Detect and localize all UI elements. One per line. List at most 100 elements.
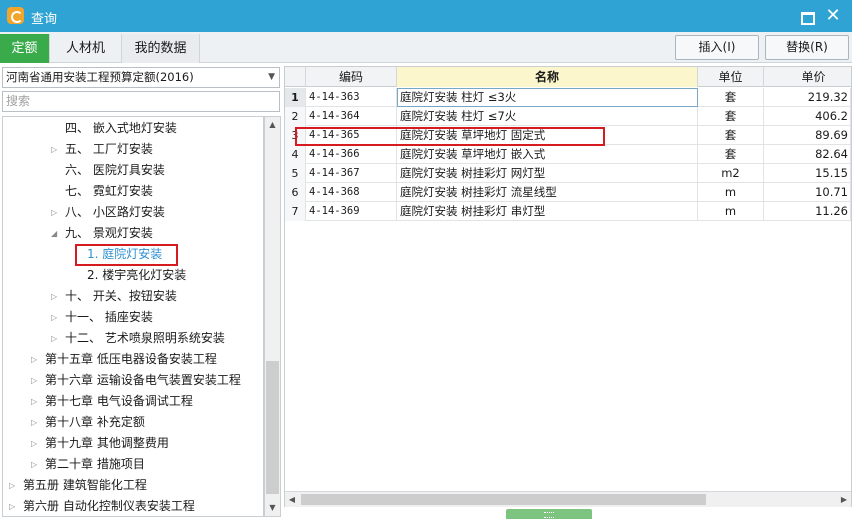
tree-highlight-box	[75, 244, 178, 266]
search-input[interactable]: 搜索	[2, 91, 280, 112]
unit-cell[interactable]: 套	[698, 145, 764, 164]
expand-icon[interactable]: ▷	[51, 286, 57, 307]
code-cell[interactable]: 4-14-366	[306, 145, 397, 164]
tree-item-label: 九、 景观灯安装	[65, 226, 153, 240]
name-cell[interactable]: 庭院灯安装 树挂彩灯 网灯型	[397, 164, 698, 183]
tree-item[interactable]: ▷ 五、 工厂灯安装	[3, 139, 263, 160]
tree-item[interactable]: ▷ 十二、 艺术喷泉照明系统安装	[3, 328, 263, 349]
table-row[interactable]: 7 4-14-369 庭院灯安装 树挂彩灯 串灯型 m 11.26	[285, 202, 851, 221]
name-cell[interactable]: 庭院灯安装 柱灯 ≤7火	[397, 107, 698, 126]
table-row[interactable]: 4 4-14-366 庭院灯安装 草坪地灯 嵌入式套 82.64	[285, 145, 851, 164]
expand-icon[interactable]: ▷	[31, 349, 37, 370]
code-cell[interactable]: 4-14-368	[306, 183, 397, 202]
tree-item[interactable]: ▷ 第二十章 措施项目	[3, 454, 263, 475]
name-cell[interactable]: 庭院灯安装 树挂彩灯 串灯型	[397, 202, 698, 221]
code-cell[interactable]: 4-14-367	[306, 164, 397, 183]
unit-cell[interactable]: 套	[698, 88, 764, 107]
tree-item[interactable]: 七、 霓虹灯安装	[3, 181, 263, 202]
price-cell[interactable]: 219.32	[764, 88, 851, 107]
table-row[interactable]: 5 4-14-367 庭院灯安装 树挂彩灯 网灯型 m2 15.15	[285, 164, 851, 183]
unit-cell[interactable]: m2	[698, 164, 764, 183]
scrollbar-thumb[interactable]	[301, 494, 706, 505]
tree-item-label: 2. 楼宇亮化灯安装	[87, 268, 187, 282]
quota-library-value: 河南省通用安装工程预算定额(2016)	[6, 70, 194, 84]
tree-item[interactable]: 四、 嵌入式地灯安装	[3, 118, 263, 139]
tree-item[interactable]: ▷ 第十八章 补充定额	[3, 412, 263, 433]
column-header-code[interactable]: 编码	[306, 67, 397, 87]
chapter-tree: 四、 嵌入式地灯安装 ▷ 五、 工厂灯安装 六、 医院灯具安装 七、 霓虹灯安装 ▷ 八、 …	[2, 116, 264, 517]
name-cell[interactable]: 庭院灯安装 树挂彩灯 流星线型	[397, 183, 698, 202]
price-cell[interactable]: 406.2	[764, 107, 851, 126]
code-cell[interactable]: 4-14-369	[306, 202, 397, 221]
tree-item[interactable]: ▷ 第十九章 其他调整费用	[3, 433, 263, 454]
insert-button[interactable]: 插入(I)	[675, 35, 759, 60]
expand-icon[interactable]: ▷	[31, 454, 37, 475]
expand-icon[interactable]: ▷	[9, 475, 15, 496]
code-cell[interactable]: 4-14-363	[306, 88, 397, 107]
panel-resize-grip[interactable]	[506, 509, 592, 519]
expand-icon[interactable]: ▷	[31, 391, 37, 412]
replace-button[interactable]: 替换(R)	[765, 35, 849, 60]
expand-icon[interactable]: ▷	[51, 307, 57, 328]
expand-icon[interactable]: ▷	[31, 433, 37, 454]
table-row[interactable]: 1 4-14-363 庭院灯安装 柱灯 ≤3火套 219.32	[285, 88, 851, 107]
expand-icon[interactable]: ▷	[51, 139, 57, 160]
price-cell[interactable]: 15.15	[764, 164, 851, 183]
tree-item[interactable]: ▷ 十一、 插座安装	[3, 307, 263, 328]
close-icon[interactable]: ✕	[823, 6, 843, 26]
tree-item[interactable]: ◢ 九、 景观灯安装	[3, 223, 263, 244]
scroll-down-icon[interactable]: ▼	[265, 500, 280, 516]
chevron-down-icon[interactable]: ▼	[268, 68, 275, 87]
name-cell[interactable]: 庭院灯安装 柱灯 ≤3火	[397, 88, 698, 107]
scrollbar-thumb[interactable]	[266, 361, 279, 494]
price-cell[interactable]: 89.69	[764, 126, 851, 145]
column-header-price[interactable]: 单价	[764, 67, 851, 87]
column-header-name[interactable]: 名称	[397, 67, 698, 87]
tree-item[interactable]: ▷ 第十五章 低压电器设备安装工程	[3, 349, 263, 370]
tree-item[interactable]: ▷ 第十六章 运输设备电气装置安装工程	[3, 370, 263, 391]
expand-icon[interactable]: ▷	[51, 202, 57, 223]
row-number-cell[interactable]: 2	[285, 107, 306, 126]
tree-item[interactable]: ▷ 第六册 自动化控制仪表安装工程	[3, 496, 263, 516]
row-number-cell[interactable]: 1	[285, 88, 306, 107]
price-cell[interactable]: 82.64	[764, 145, 851, 164]
tree-item[interactable]: ▷ 八、 小区路灯安装	[3, 202, 263, 223]
scroll-left-icon[interactable]: ◀	[285, 492, 299, 508]
tab-quota[interactable]: 定额	[0, 34, 50, 63]
tab-labor-material-machine[interactable]: 人材机	[50, 34, 122, 63]
row-highlight-box	[295, 127, 605, 146]
scroll-up-icon[interactable]: ▲	[265, 117, 280, 133]
price-cell[interactable]: 10.71	[764, 183, 851, 202]
code-cell[interactable]: 4-14-364	[306, 107, 397, 126]
row-number-cell[interactable]: 5	[285, 164, 306, 183]
quota-library-select[interactable]: 河南省通用安装工程预算定额(2016) ▼	[2, 67, 280, 88]
expand-icon[interactable]: ▷	[51, 328, 57, 349]
row-number-cell[interactable]: 4	[285, 145, 306, 164]
expand-icon[interactable]: ▷	[31, 412, 37, 433]
name-cell[interactable]: 庭院灯安装 草坪地灯 嵌入式	[397, 145, 698, 164]
expand-icon[interactable]: ▷	[31, 370, 37, 391]
unit-cell[interactable]: 套	[698, 107, 764, 126]
unit-cell[interactable]: m	[698, 202, 764, 221]
row-number-cell[interactable]: 6	[285, 183, 306, 202]
tab-my-data[interactable]: 我的数据	[122, 34, 200, 63]
tree-item[interactable]: ▷ 第十七章 电气设备调试工程	[3, 391, 263, 412]
table-row[interactable]: 2 4-14-364 庭院灯安装 柱灯 ≤7火套 406.2	[285, 107, 851, 126]
tree-vertical-scrollbar[interactable]: ▲ ▼	[264, 116, 281, 517]
unit-cell[interactable]: m	[698, 183, 764, 202]
table-row[interactable]: 6 4-14-368 庭院灯安装 树挂彩灯 流星线型 m 10.71	[285, 183, 851, 202]
tree-item[interactable]: ▷ 十、 开关、按钮安装	[3, 286, 263, 307]
restore-icon[interactable]	[796, 6, 816, 26]
collapse-icon[interactable]: ◢	[51, 223, 57, 244]
unit-cell[interactable]: 套	[698, 126, 764, 145]
row-number-cell[interactable]: 7	[285, 202, 306, 221]
expand-icon[interactable]: ▷	[9, 496, 15, 516]
tree-item-label: 十二、 艺术喷泉照明系统安装	[65, 331, 225, 345]
table-horizontal-scrollbar[interactable]: ◀ ▶	[285, 491, 851, 507]
tree-item[interactable]: 2. 楼宇亮化灯安装	[3, 265, 263, 286]
tree-item[interactable]: ▷ 第五册 建筑智能化工程	[3, 475, 263, 496]
column-header-unit[interactable]: 单位	[698, 67, 764, 87]
price-cell[interactable]: 11.26	[764, 202, 851, 221]
tree-item[interactable]: 六、 医院灯具安装	[3, 160, 263, 181]
scroll-right-icon[interactable]: ▶	[837, 492, 851, 508]
